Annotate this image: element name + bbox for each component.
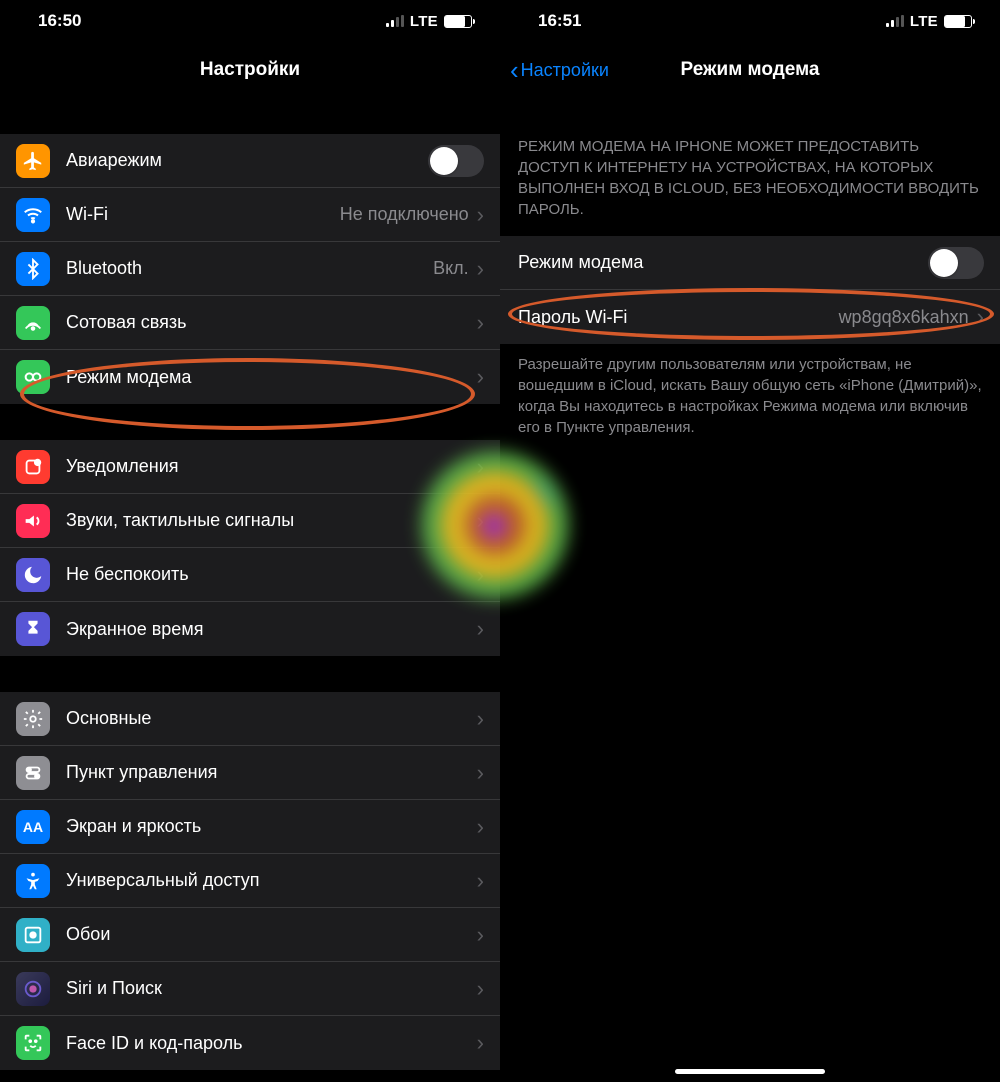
status-time: 16:51 — [538, 11, 581, 31]
network-label: LTE — [410, 13, 438, 30]
signal-icon — [386, 15, 404, 27]
outro-text: Разрешайте другим пользователям или устр… — [500, 344, 1000, 454]
chevron-right-icon: › — [477, 978, 484, 1000]
row-dnd[interactable]: Не беспокоить › — [0, 548, 500, 602]
row-label: Универсальный доступ — [66, 870, 477, 891]
airplane-icon — [16, 144, 50, 178]
sounds-icon — [16, 504, 50, 538]
row-display[interactable]: AA Экран и яркость › — [0, 800, 500, 854]
row-notifications[interactable]: Уведомления › — [0, 440, 500, 494]
status-time: 16:50 — [38, 11, 81, 31]
row-accessibility[interactable]: Универсальный доступ › — [0, 854, 500, 908]
accessibility-icon — [16, 864, 50, 898]
network-label: LTE — [910, 13, 938, 30]
chevron-right-icon: › — [977, 306, 984, 328]
signal-icon — [886, 15, 904, 27]
chevron-right-icon: › — [477, 708, 484, 730]
page-title: Настройки — [200, 59, 300, 81]
hotspot-group: Режим модема Пароль Wi-Fi wp8gq8x6kahxn … — [500, 236, 1000, 344]
row-wifi-password[interactable]: Пароль Wi-Fi wp8gq8x6kahxn › — [500, 290, 1000, 344]
nav-bar: Настройки — [0, 42, 500, 98]
row-label: Экран и яркость — [66, 816, 477, 837]
phone-right: 16:51 LTE ‹ Настройки Режим модема РЕЖИМ… — [500, 0, 1000, 1082]
row-sounds[interactable]: Звуки, тактильные сигналы › — [0, 494, 500, 548]
hotspot-icon — [16, 360, 50, 394]
hotspot-toggle[interactable] — [928, 247, 984, 279]
back-label: Настройки — [521, 60, 609, 81]
chevron-right-icon: › — [477, 618, 484, 640]
row-label: Обои — [66, 924, 477, 945]
row-wifi[interactable]: Wi-Fi Не подключено › — [0, 188, 500, 242]
wallpaper-icon — [16, 918, 50, 952]
row-label: Режим модема — [518, 252, 928, 273]
chevron-right-icon: › — [477, 204, 484, 226]
battery-icon — [444, 15, 472, 28]
row-label: Сотовая связь — [66, 312, 477, 333]
row-label: Пароль Wi-Fi — [518, 307, 839, 328]
chevron-right-icon: › — [477, 870, 484, 892]
notifications-icon — [16, 450, 50, 484]
chevron-right-icon: › — [477, 564, 484, 586]
row-label: Wi-Fi — [66, 204, 340, 225]
row-screentime[interactable]: Экранное время › — [0, 602, 500, 656]
bluetooth-icon — [16, 252, 50, 286]
row-bluetooth[interactable]: Bluetooth Вкл. › — [0, 242, 500, 296]
row-label: Звуки, тактильные сигналы — [66, 510, 477, 531]
chevron-right-icon: › — [477, 366, 484, 388]
wifi-icon — [16, 198, 50, 232]
chevron-right-icon: › — [477, 510, 484, 532]
row-label: Экранное время — [66, 619, 477, 640]
airplane-toggle[interactable] — [428, 145, 484, 177]
row-control-center[interactable]: Пункт управления › — [0, 746, 500, 800]
row-faceid[interactable]: Face ID и код-пароль › — [0, 1016, 500, 1070]
nav-bar: ‹ Настройки Режим модема — [500, 42, 1000, 98]
settings-group-connectivity: Авиарежим Wi-Fi Не подключено › Bluetoot… — [0, 134, 500, 404]
intro-text: РЕЖИМ МОДЕМА НА IPHONE МОЖЕТ ПРЕДОСТАВИТ… — [500, 126, 1000, 236]
status-bar: 16:50 LTE — [0, 0, 500, 42]
row-siri[interactable]: Siri и Поиск › — [0, 962, 500, 1016]
row-airplane[interactable]: Авиарежим — [0, 134, 500, 188]
battery-icon — [944, 15, 972, 28]
row-label: Пункт управления — [66, 762, 477, 783]
settings-group-notifications: Уведомления › Звуки, тактильные сигналы … — [0, 440, 500, 656]
settings-group-general: Основные › Пункт управления › AA Экран и… — [0, 692, 500, 1070]
row-label: Уведомления — [66, 456, 477, 477]
row-cellular[interactable]: Сотовая связь › — [0, 296, 500, 350]
row-wallpaper[interactable]: Обои › — [0, 908, 500, 962]
row-hotspot-toggle[interactable]: Режим модема — [500, 236, 1000, 290]
cellular-icon — [16, 306, 50, 340]
row-label: Face ID и код-пароль — [66, 1033, 477, 1054]
siri-icon — [16, 972, 50, 1006]
page-title: Режим модема — [681, 59, 820, 81]
text-size-icon: AA — [16, 810, 50, 844]
row-value: Вкл. — [433, 258, 469, 279]
status-bar: 16:51 LTE — [500, 0, 1000, 42]
chevron-right-icon: › — [477, 924, 484, 946]
row-label: Основные — [66, 708, 477, 729]
row-label: Режим модема — [66, 367, 477, 388]
home-indicator[interactable] — [675, 1069, 825, 1074]
row-label: Bluetooth — [66, 258, 433, 279]
moon-icon — [16, 558, 50, 592]
gear-icon — [16, 702, 50, 736]
row-label: Siri и Поиск — [66, 978, 477, 999]
chevron-right-icon: › — [477, 762, 484, 784]
switches-icon — [16, 756, 50, 790]
row-label: Авиарежим — [66, 150, 428, 171]
chevron-right-icon: › — [477, 258, 484, 280]
row-hotspot[interactable]: Режим модема › — [0, 350, 500, 404]
hourglass-icon — [16, 612, 50, 646]
chevron-right-icon: › — [477, 312, 484, 334]
row-label: Не беспокоить — [66, 564, 477, 585]
password-value: wp8gq8x6kahxn — [839, 307, 969, 328]
row-general[interactable]: Основные › — [0, 692, 500, 746]
chevron-right-icon: › — [477, 816, 484, 838]
row-value: Не подключено — [340, 204, 469, 225]
faceid-icon — [16, 1026, 50, 1060]
back-button[interactable]: ‹ Настройки — [510, 57, 609, 83]
chevron-right-icon: › — [477, 456, 484, 478]
chevron-left-icon: ‹ — [510, 57, 519, 83]
chevron-right-icon: › — [477, 1032, 484, 1054]
phone-left: 16:50 LTE Настройки Авиарежим Wi-Fi Не п… — [0, 0, 500, 1082]
